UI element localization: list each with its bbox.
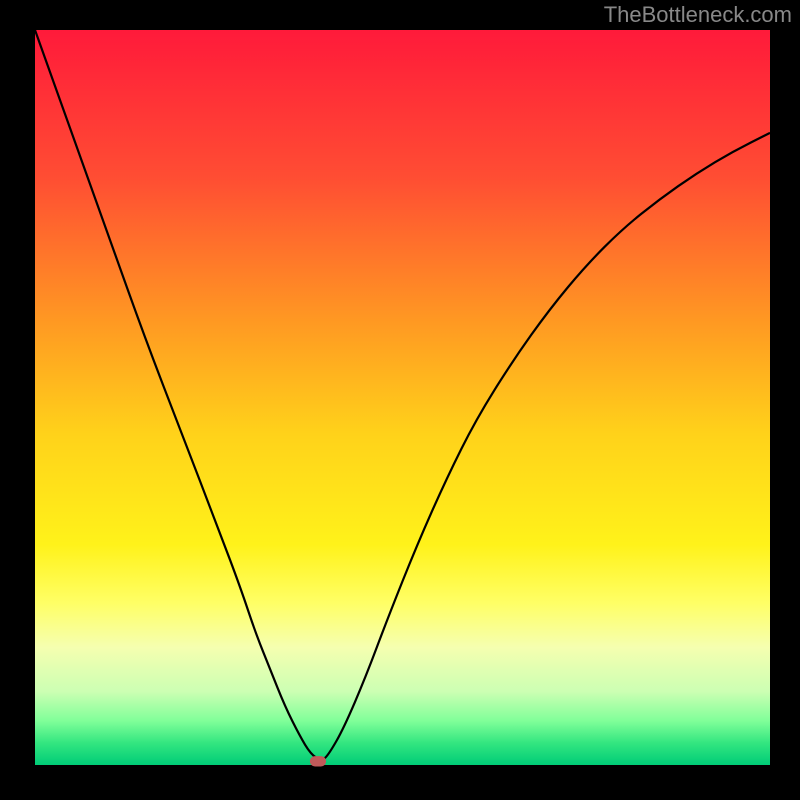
chart-container: TheBottleneck.com [0,0,800,800]
watermark-text: TheBottleneck.com [604,2,792,28]
plot-background [35,30,770,765]
optimal-marker [310,756,326,766]
chart-svg [0,0,800,800]
